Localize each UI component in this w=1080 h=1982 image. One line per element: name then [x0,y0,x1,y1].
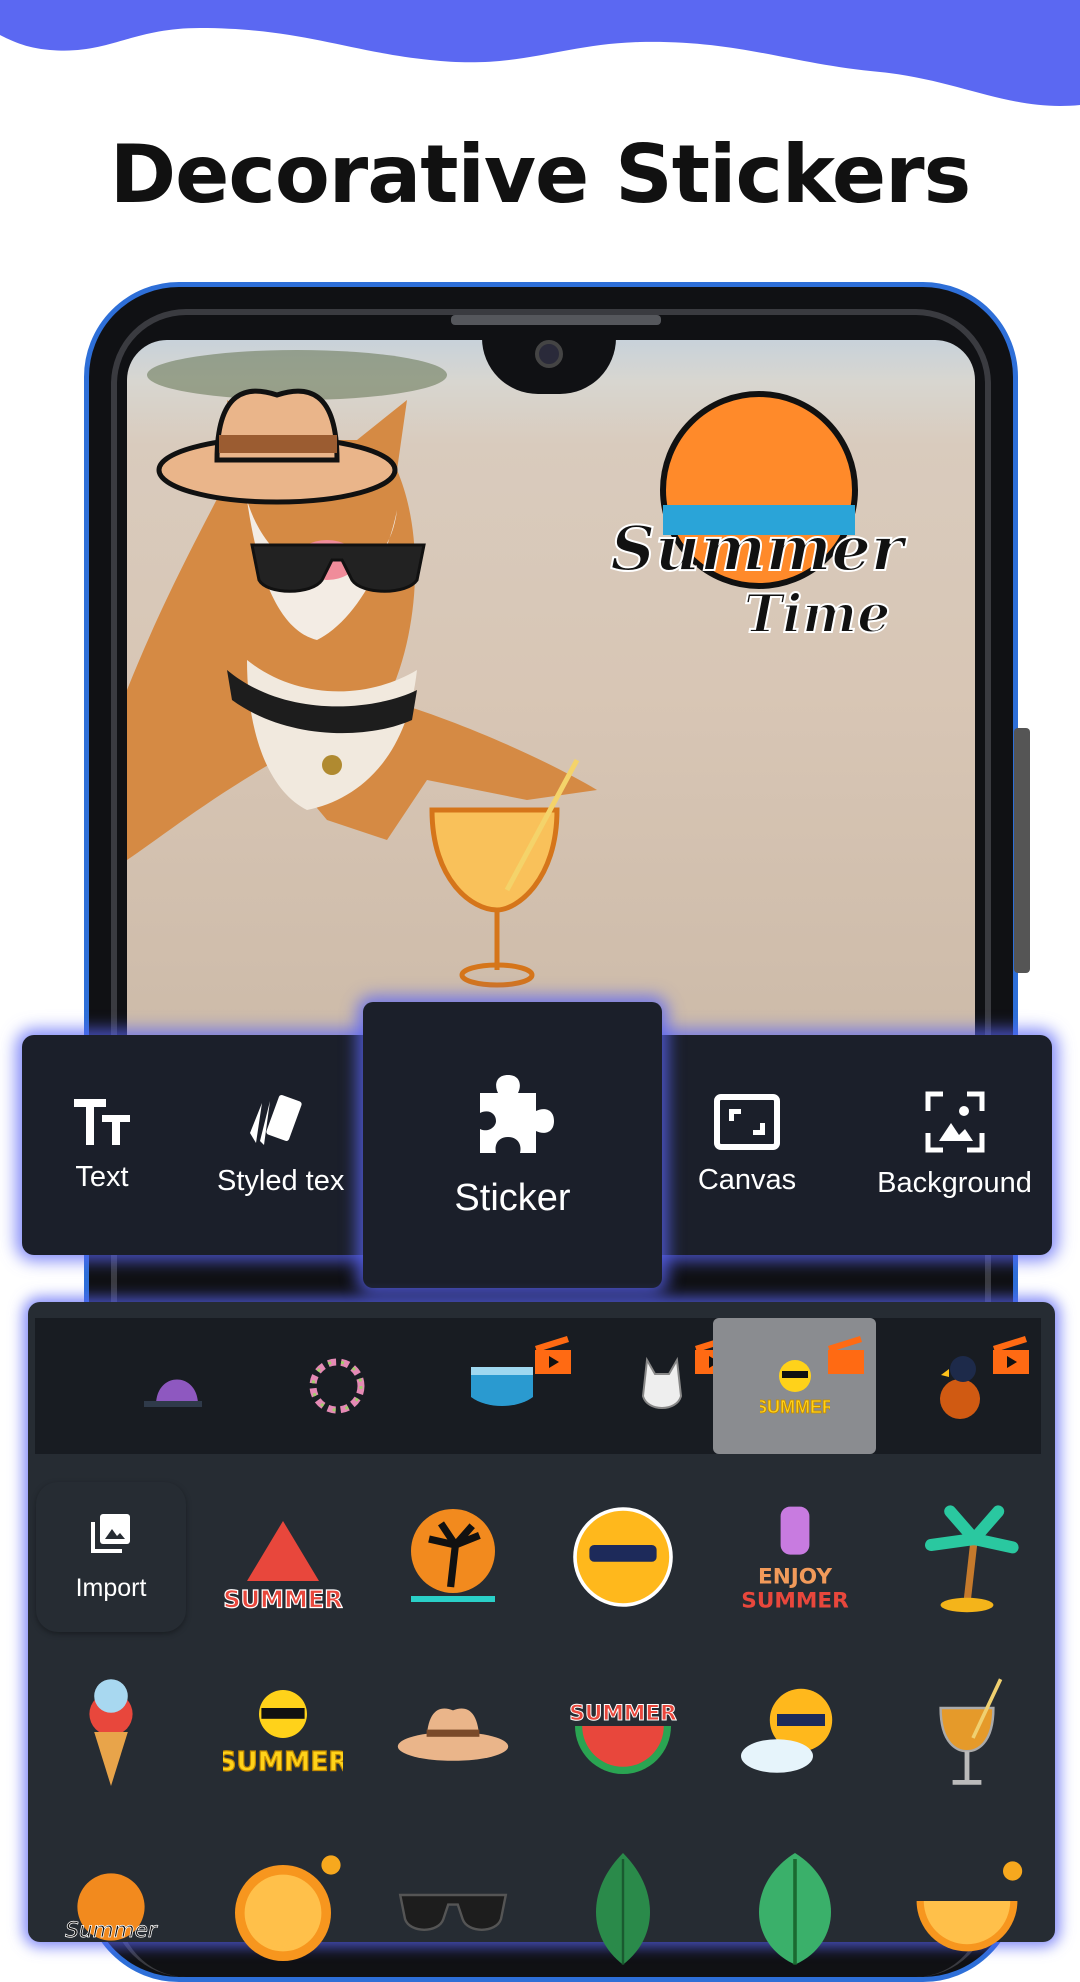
cap-icon [143,1379,202,1407]
svg-text:ENJOY: ENJOY [758,1564,832,1589]
summer-watermelon-icon: SUMMER [223,1521,343,1614]
sticker-sun-sunglasses[interactable] [548,1482,698,1632]
orange-slice-icon [235,1855,341,1961]
sticker-ice-cream[interactable] [36,1657,186,1807]
sticker-palm-sunset[interactable] [378,1482,528,1632]
sticker-sun-cloud[interactable] [720,1657,870,1807]
tool-styled-text[interactable]: Styled tex [197,1035,387,1255]
puzzle-icon [479,1074,554,1153]
back-to-school-icon [470,1367,533,1406]
category-parrot[interactable] [878,1318,1041,1454]
leaf-icon [596,1853,650,1965]
sticker-category-bar[interactable]: SUMMER [35,1318,1041,1454]
front-camera [535,340,563,368]
svg-text:SUMMER: SUMMER [569,1701,677,1726]
tool-background[interactable]: Background [857,1035,1052,1255]
svg-text:SUMMER: SUMMER [741,1588,849,1613]
sticker-cocktail[interactable] [892,1657,1042,1807]
sticker-summer-time-badge[interactable]: Summer [36,1832,186,1982]
sticker-hat[interactable] [378,1657,528,1807]
ice-cream-icon [89,1679,133,1786]
svg-text:Time: Time [744,584,891,645]
svg-text:SUMMER: SUMMER [223,1585,342,1613]
cat-icon [641,1356,682,1409]
palm-tree-icon [925,1505,1019,1613]
tool-text[interactable]: Text [22,1035,182,1255]
sticker-monstera-leaf[interactable] [720,1832,870,1982]
flower-wreath-icon [309,1358,364,1414]
category-cap[interactable] [95,1318,258,1454]
styled-cards-icon [250,1094,302,1145]
sticker-palm-tree[interactable] [892,1482,1042,1632]
canvas-resize-icon [714,1093,780,1150]
category-back-to-school[interactable] [420,1318,583,1454]
svg-text:Summer: Summer [610,512,908,585]
summer-watermelon-slice-icon: SUMMER [569,1701,678,1774]
sticker-summer-watermelon[interactable]: SUMMER [208,1482,358,1632]
sticker-panel: SUMMER Import SUMMER ENJOY SUMMER SUMMER SUM… [28,1302,1055,1965]
import-label: Import [75,1573,147,1602]
cocktail-icon [939,1678,1003,1785]
summer-sun-text-icon: SUMMER [223,1690,343,1778]
sun-cloud-icon [741,1688,833,1773]
sunglasses-icon [398,1893,508,1931]
orange-half-icon [916,1861,1023,1952]
cowboy-hat-sticker[interactable] [156,388,398,505]
monstera-leaf-icon [759,1853,831,1965]
tool-sticker[interactable]: Sticker [363,1002,662,1288]
photo-canvas[interactable]: Summer Time [127,340,975,1040]
header-wave [0,0,1080,106]
sticker-orange-slice[interactable] [208,1832,358,1982]
category-summer[interactable]: SUMMER [713,1318,876,1454]
enjoy-summer-icon: ENJOYSUMMER [741,1506,849,1613]
tool-label: Canvas [697,1163,797,1196]
svg-text:Summer: Summer [65,1918,158,1943]
side-button [1014,728,1030,973]
import-button[interactable]: Import [36,1482,186,1632]
sticker-orange-half[interactable] [892,1832,1042,1982]
category-flower-wreath[interactable] [255,1318,418,1454]
svg-text:SUMMER: SUMMER [760,1397,830,1417]
text-size-icon [74,1098,130,1145]
sticker-leaf[interactable] [548,1832,698,1982]
sticker-summer-sun-text[interactable]: SUMMER [208,1657,358,1807]
summer-time-sticker[interactable]: Summer Time [609,391,909,646]
premium-video-badge-icon [535,1336,571,1374]
premium-video-badge-icon [828,1336,864,1374]
tool-label: Styled tex [217,1164,345,1197]
page-title: Decorative Stickers [109,128,972,221]
tool-label: Text [75,1160,129,1193]
tool-canvas[interactable]: Canvas [662,1035,832,1255]
summer-time-badge-icon: Summer [65,1873,158,1943]
sticker-summer-watermelon-slice[interactable]: SUMMER [548,1657,698,1807]
tool-label: Sticker [454,1176,571,1219]
palm-sunset-icon [411,1509,495,1602]
summer-sun-icon: SUMMER [760,1360,830,1417]
sticker-sunglasses[interactable] [378,1832,528,1982]
tool-label: Background [877,1166,1032,1199]
speaker [451,315,661,325]
premium-video-badge-icon [993,1336,1029,1374]
svg-text:SUMMER: SUMMER [223,1746,343,1777]
photo-library-icon [91,1513,130,1553]
hat-icon [397,1708,509,1761]
parrot-icon [939,1356,980,1419]
background-image-icon [925,1091,984,1152]
sun-sunglasses-icon [573,1507,673,1607]
sticker-enjoy-summer[interactable]: ENJOY SUMMER [720,1482,870,1632]
